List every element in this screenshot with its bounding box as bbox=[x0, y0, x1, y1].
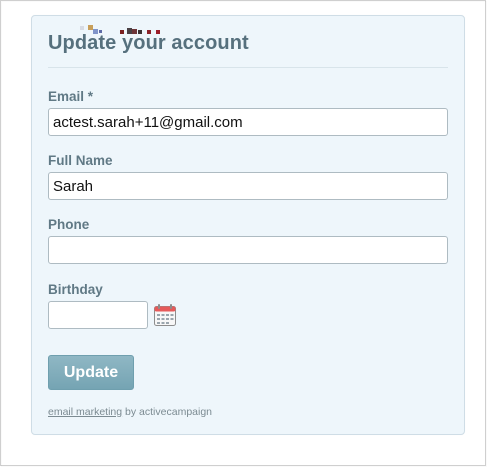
email-marketing-link[interactable]: email marketing bbox=[48, 406, 122, 418]
phone-field[interactable] bbox=[48, 236, 448, 264]
birthday-label: Birthday bbox=[48, 282, 103, 297]
email-field[interactable] bbox=[48, 108, 448, 136]
calendar-icon[interactable] bbox=[153, 303, 177, 327]
page-title: Update your account bbox=[48, 32, 249, 54]
update-button[interactable]: Update bbox=[48, 355, 134, 390]
email-label: Email * bbox=[48, 89, 94, 104]
footer-suffix: by activecampaign bbox=[122, 406, 213, 418]
update-account-form: Update your account Email * Full Name Ph… bbox=[31, 15, 465, 435]
title-divider bbox=[48, 67, 448, 68]
footer-credit: email marketing by activecampaign bbox=[48, 406, 212, 418]
phone-label: Phone bbox=[48, 217, 90, 232]
birthday-field[interactable] bbox=[48, 301, 148, 329]
full-name-field[interactable] bbox=[48, 172, 448, 200]
browser-window: Update your account Email * Full Name Ph… bbox=[0, 0, 486, 466]
full-name-label: Full Name bbox=[48, 153, 113, 168]
